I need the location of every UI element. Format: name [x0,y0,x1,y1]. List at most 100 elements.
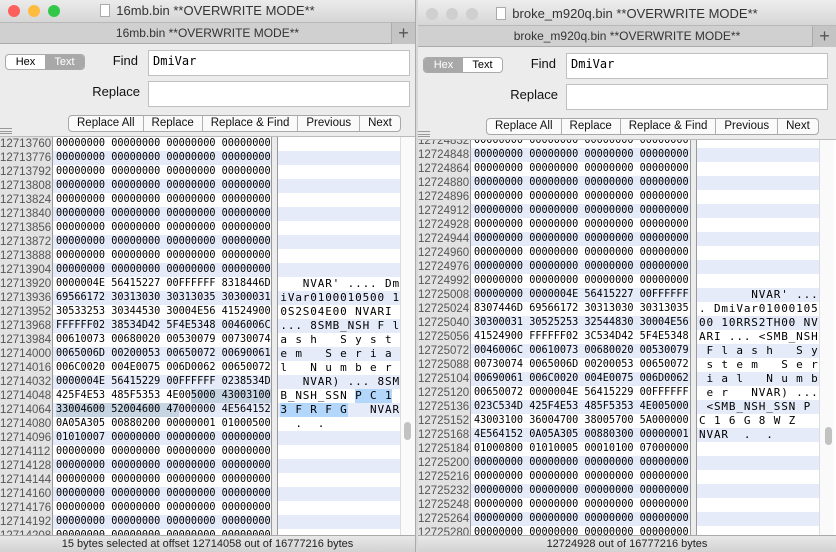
text-cell[interactable] [278,515,401,529]
hex-cell[interactable]: FFFFFF02 38534D42 5F4E5348 0046006C [53,319,272,333]
text-cell[interactable]: NVAR . . [697,428,819,442]
scrollbar-track[interactable] [400,221,415,235]
scrollbar-track[interactable] [819,498,834,512]
scrollbar-track[interactable] [819,358,834,372]
scrollbar-track[interactable] [819,484,834,498]
scrollbar-track[interactable] [819,470,834,484]
hex-cell[interactable]: 33004600 52004600 47000000 4E564152 [53,403,272,417]
new-tab-plus-icon[interactable]: + [812,26,836,47]
hex-cell[interactable]: 00000000 00000000 00000000 00000000 [471,218,690,232]
scrollbar-track[interactable] [400,137,415,151]
previous-button[interactable]: Previous [716,119,779,134]
text-cell[interactable] [697,162,819,176]
hex-cell[interactable]: 00690061 006C0020 004E0075 006D0062 [471,372,690,386]
scrollbar-track[interactable] [819,456,834,470]
text-cell[interactable] [278,501,400,515]
scrollbar-track[interactable] [400,305,415,319]
zoom-button[interactable] [466,8,478,20]
replace-input[interactable] [148,81,410,107]
find-input[interactable]: DmiVar [148,50,410,76]
scrollbar-track[interactable] [400,235,415,249]
scrollbar-track[interactable] [400,165,415,179]
scrollbar-track[interactable] [819,372,834,386]
replace-find-button[interactable]: Replace & Find [203,116,299,131]
hex-cell[interactable]: 00000000 00000000 00000000 00000000 [471,512,690,526]
document-tab[interactable]: 16mb.bin **OVERWRITE MODE** [116,26,299,40]
text-cell[interactable]: B_NSH_SSN P C 1 [278,389,400,403]
hex-cell[interactable]: 41524900 FFFFFF02 3C534D42 5F4E5348 [471,330,690,344]
hex-cell[interactable]: 00000000 00000000 00000000 00000000 [471,246,690,260]
text-cell[interactable] [278,235,401,249]
text-cell[interactable]: NVAR) ... 8SM [278,375,401,389]
hex-cell[interactable]: 023C534D 425F4E53 485F5353 4E005000 [471,400,690,414]
hex-cell[interactable]: 00000000 00000000 00000000 00000000 [53,473,271,487]
hex-cell[interactable]: 006C0020 004E0075 006D0062 00650072 [53,361,271,375]
hex-cell[interactable]: 00000000 00000000 00000000 00000000 [53,137,271,151]
text-cell[interactable] [697,260,819,274]
hex-cell[interactable]: 00000000 00000000 00000000 00000000 [471,456,690,470]
hex-cell[interactable]: 00000000 00000000 00000000 00000000 [471,260,690,274]
text-cell[interactable] [697,232,819,246]
hex-cell[interactable]: 425F4E53 485F5353 4E005000 43003100 [53,389,271,403]
hex-cell[interactable]: 00000000 00000000 00000000 00000000 [471,176,690,190]
hex-cell[interactable]: 00000000 00000000 00000000 00000000 [53,445,271,459]
scrollbar-track[interactable] [819,218,834,232]
scrollbar-track[interactable] [400,319,415,333]
minimize-button[interactable] [446,8,458,20]
hex-cell[interactable]: 00000000 0000004E 56415227 00FFFFFF [471,288,690,302]
scrollbar-track[interactable] [400,333,415,347]
next-button[interactable]: Next [360,116,400,131]
scrollbar-track[interactable] [819,204,834,218]
resize-grip-icon[interactable] [0,128,12,134]
text-cell[interactable] [278,473,400,487]
scrollbar-track[interactable] [400,361,415,375]
text-cell[interactable]: a s h S y s t [278,333,400,347]
document-tab[interactable]: broke_m920q.bin **OVERWRITE MODE** [514,29,741,43]
scrollbar-track[interactable] [819,274,834,288]
hex-cell[interactable]: 00000000 00000000 00000000 00000000 [53,263,272,277]
text-cell[interactable]: NVAR' .... Dm [278,277,400,291]
hex-cell[interactable]: 00000000 00000000 00000000 00000000 [471,274,690,288]
scrollbar-track[interactable] [400,291,415,305]
text-cell[interactable] [697,204,819,218]
hex-cell[interactable]: 00000000 00000000 00000000 00000000 [471,140,690,148]
hex-cell[interactable]: 00000000 00000000 00000000 00000000 [53,221,271,235]
hex-cell[interactable]: 00730074 0065006D 00200053 00650072 [471,358,690,372]
hex-cell[interactable]: 0000004E 56415229 00FFFFFF 0238534D [53,375,272,389]
hex-cell[interactable]: 00000000 00000000 00000000 00000000 [53,151,272,165]
find-input[interactable]: DmiVar [566,53,828,79]
hex-cell[interactable]: 00000000 00000000 00000000 00000000 [471,204,690,218]
scrollbar-track[interactable] [400,249,415,263]
scrollbar-track[interactable] [819,386,834,400]
scrollbar-track[interactable] [819,260,834,274]
scrollbar-track[interactable] [819,316,834,330]
scrollbar-track[interactable] [400,403,415,417]
text-cell[interactable]: 0S2S04E00 NVARI [278,305,400,319]
text-cell[interactable]: F l a s h S y [697,344,819,358]
text-cell[interactable] [278,445,400,459]
hex-cell[interactable]: 00000000 00000000 00000000 00000000 [53,193,271,207]
resize-grip-icon[interactable] [418,131,430,137]
text-cell[interactable] [697,218,819,232]
hex-cell[interactable]: 00000000 00000000 00000000 00000000 [53,249,271,263]
text-cell[interactable] [697,140,819,148]
hex-cell[interactable]: 00000000 00000000 00000000 00000000 [471,484,690,498]
text-cell[interactable] [278,179,401,193]
hex-cell[interactable]: 00000000 00000000 00000000 00000000 [53,529,271,535]
scrollbar-track[interactable] [400,473,415,487]
hex-cell[interactable]: 00000000 00000000 00000000 00000000 [471,148,690,162]
hex-cell[interactable]: 00610073 00680020 00530079 00730074 [53,333,271,347]
hex-cell[interactable]: 00000000 00000000 00000000 00000000 [471,190,690,204]
close-button[interactable] [8,5,20,17]
text-cell[interactable] [697,470,819,484]
scrollbar-track[interactable] [819,232,834,246]
hex-cell[interactable]: 00000000 00000000 00000000 00000000 [53,501,271,515]
hex-cell[interactable]: 0065006D 00200053 00650072 00690061 [53,347,272,361]
hex-cell[interactable]: 00000000 00000000 00000000 00000000 [471,162,690,176]
scrollbar-track[interactable] [400,445,415,459]
text-cell[interactable]: C 1 6 G 8 W Z [697,414,819,428]
text-cell[interactable] [697,526,819,535]
scrollbar-track[interactable] [400,515,415,529]
previous-button[interactable]: Previous [298,116,361,131]
text-cell[interactable]: NVAR' ... [697,288,819,302]
